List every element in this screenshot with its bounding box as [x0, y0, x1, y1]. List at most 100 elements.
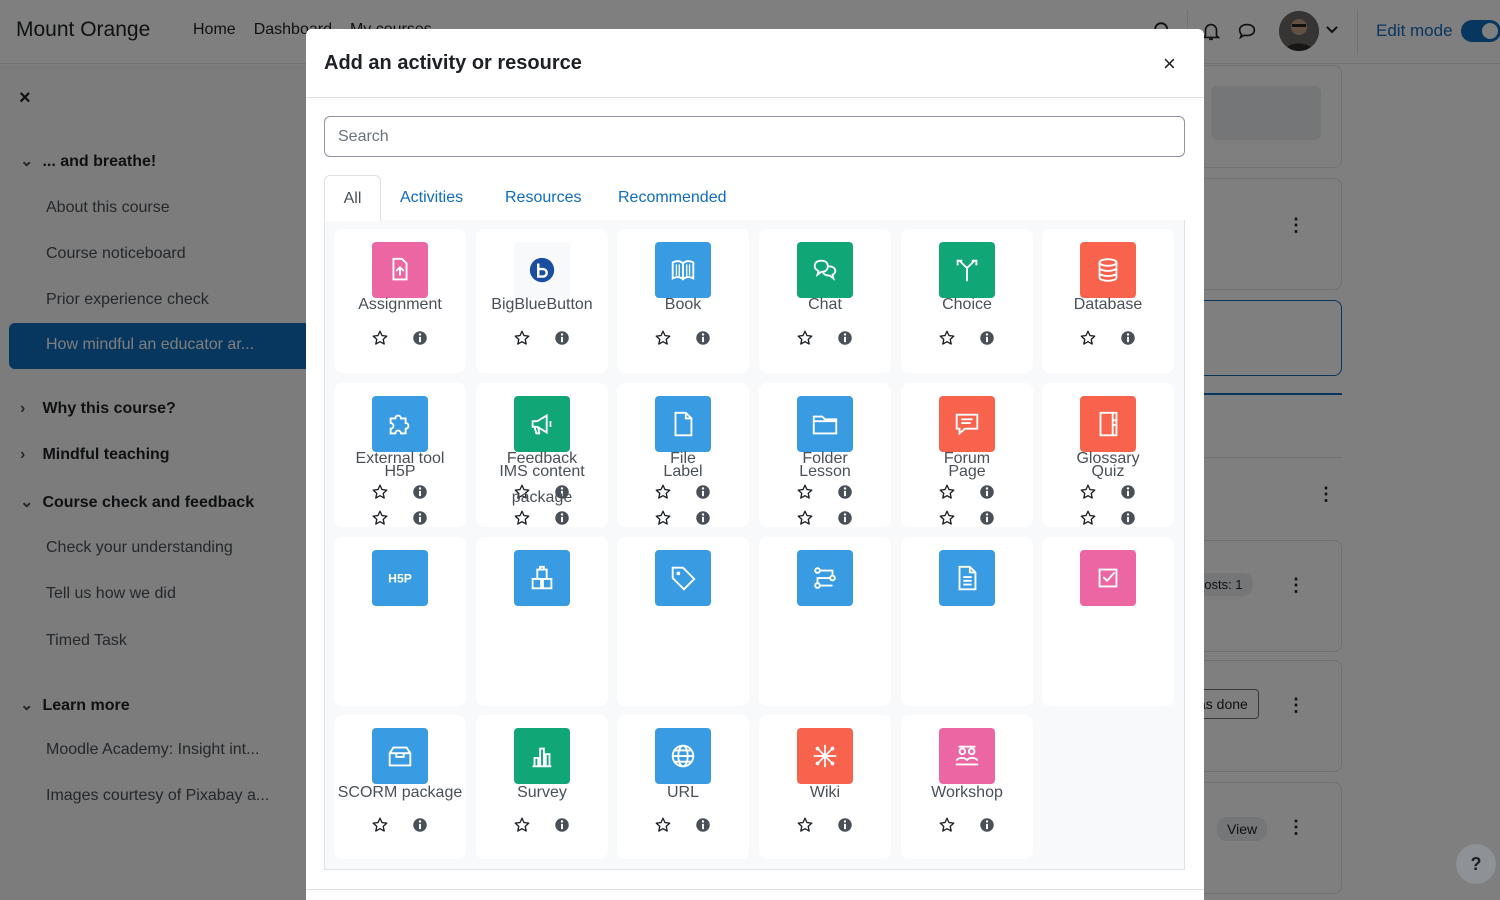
- module-label[interactable]: Page: [901, 459, 1033, 485]
- info-icon[interactable]: [836, 483, 854, 501]
- workshop-icon[interactable]: [939, 728, 995, 784]
- star-icon[interactable]: [513, 509, 531, 527]
- module-tile[interactable]: Lesson: [759, 463, 891, 706]
- module-label[interactable]: Label: [617, 459, 749, 485]
- ims-package-icon[interactable]: [514, 550, 570, 606]
- info-icon[interactable]: [836, 509, 854, 527]
- star-icon[interactable]: [371, 509, 389, 527]
- module-label[interactable]: Book: [617, 292, 749, 318]
- help-button[interactable]: ?: [1456, 844, 1496, 884]
- info-icon[interactable]: [411, 329, 429, 347]
- url-icon[interactable]: [655, 728, 711, 784]
- glossary-icon[interactable]: [1080, 396, 1136, 452]
- module-tile[interactable]: Workshop: [901, 715, 1033, 859]
- info-icon[interactable]: [1119, 509, 1137, 527]
- info-icon[interactable]: [978, 509, 996, 527]
- star-icon[interactable]: [654, 509, 672, 527]
- scorm-icon[interactable]: [372, 728, 428, 784]
- star-icon[interactable]: [371, 816, 389, 834]
- info-icon[interactable]: [1119, 329, 1137, 347]
- star-icon[interactable]: [1079, 483, 1097, 501]
- h5p-icon[interactable]: H5P: [372, 550, 428, 606]
- info-icon[interactable]: [836, 329, 854, 347]
- star-icon[interactable]: [1079, 509, 1097, 527]
- module-tile[interactable]: Folder: [759, 383, 891, 527]
- lesson-icon[interactable]: [797, 550, 853, 606]
- module-tile[interactable]: External tool: [334, 383, 466, 527]
- module-label[interactable]: Chat: [759, 292, 891, 318]
- module-tile[interactable]: BigBlueButton: [476, 229, 608, 373]
- module-label[interactable]: Database: [1042, 292, 1174, 318]
- assignment-icon[interactable]: [372, 242, 428, 298]
- module-tile[interactable]: H5P H5P: [334, 463, 466, 706]
- star-icon[interactable]: [796, 329, 814, 347]
- info-icon[interactable]: [411, 483, 429, 501]
- info-icon[interactable]: [553, 816, 571, 834]
- search-input[interactable]: [324, 116, 1185, 157]
- module-tile[interactable]: Assignment: [334, 229, 466, 373]
- module-tile[interactable]: Book: [617, 229, 749, 373]
- module-tile[interactable]: Forum: [901, 383, 1033, 527]
- star-icon[interactable]: [654, 816, 672, 834]
- info-icon[interactable]: [978, 483, 996, 501]
- info-icon[interactable]: [694, 329, 712, 347]
- info-icon[interactable]: [694, 509, 712, 527]
- info-icon[interactable]: [411, 816, 429, 834]
- module-tile[interactable]: URL: [617, 715, 749, 859]
- info-icon[interactable]: [978, 816, 996, 834]
- star-icon[interactable]: [654, 329, 672, 347]
- info-icon[interactable]: [978, 329, 996, 347]
- star-icon[interactable]: [1079, 329, 1097, 347]
- wiki-icon[interactable]: [797, 728, 853, 784]
- module-label[interactable]: Workshop: [901, 780, 1033, 806]
- star-icon[interactable]: [938, 509, 956, 527]
- star-icon[interactable]: [513, 816, 531, 834]
- star-icon[interactable]: [938, 816, 956, 834]
- module-tile[interactable]: Chat: [759, 229, 891, 373]
- info-icon[interactable]: [694, 816, 712, 834]
- star-icon[interactable]: [654, 483, 672, 501]
- tab-recommended[interactable]: Recommended: [618, 175, 727, 221]
- module-label[interactable]: Survey: [476, 780, 608, 806]
- external-tool-icon[interactable]: [372, 396, 428, 452]
- tab-activities[interactable]: Activities: [400, 175, 463, 221]
- survey-icon[interactable]: [514, 728, 570, 784]
- module-tile[interactable]: Quiz: [1042, 463, 1174, 706]
- info-icon[interactable]: [553, 329, 571, 347]
- star-icon[interactable]: [938, 483, 956, 501]
- page-icon[interactable]: [939, 550, 995, 606]
- module-tile[interactable]: Survey: [476, 715, 608, 859]
- label-icon[interactable]: [655, 550, 711, 606]
- module-label[interactable]: Choice: [901, 292, 1033, 318]
- module-label[interactable]: Wiki: [759, 780, 891, 806]
- star-icon[interactable]: [371, 329, 389, 347]
- star-icon[interactable]: [796, 483, 814, 501]
- module-label[interactable]: URL: [617, 780, 749, 806]
- module-tile[interactable]: IMS content package: [476, 463, 608, 706]
- module-tile[interactable]: Choice: [901, 229, 1033, 373]
- module-tile[interactable]: File: [617, 383, 749, 527]
- info-icon[interactable]: [411, 509, 429, 527]
- forum-icon[interactable]: [939, 396, 995, 452]
- star-icon[interactable]: [796, 816, 814, 834]
- info-icon[interactable]: [694, 483, 712, 501]
- module-label[interactable]: Quiz: [1042, 459, 1174, 485]
- module-label[interactable]: SCORM package: [334, 780, 466, 806]
- database-icon[interactable]: [1080, 242, 1136, 298]
- chat-icon[interactable]: [797, 242, 853, 298]
- folder-icon[interactable]: [797, 396, 853, 452]
- module-tile[interactable]: Page: [901, 463, 1033, 706]
- star-icon[interactable]: [513, 329, 531, 347]
- quiz-icon[interactable]: [1080, 550, 1136, 606]
- info-icon[interactable]: [1119, 483, 1137, 501]
- info-icon[interactable]: [836, 816, 854, 834]
- module-label[interactable]: Lesson: [759, 459, 891, 485]
- module-label[interactable]: H5P: [334, 459, 466, 485]
- module-tile[interactable]: Label: [617, 463, 749, 706]
- bigbluebutton-icon[interactable]: [514, 242, 570, 298]
- book-icon[interactable]: [655, 242, 711, 298]
- tab-resources[interactable]: Resources: [505, 175, 581, 221]
- module-tile[interactable]: Database: [1042, 229, 1174, 373]
- feedback-icon[interactable]: [514, 396, 570, 452]
- info-icon[interactable]: [553, 509, 571, 527]
